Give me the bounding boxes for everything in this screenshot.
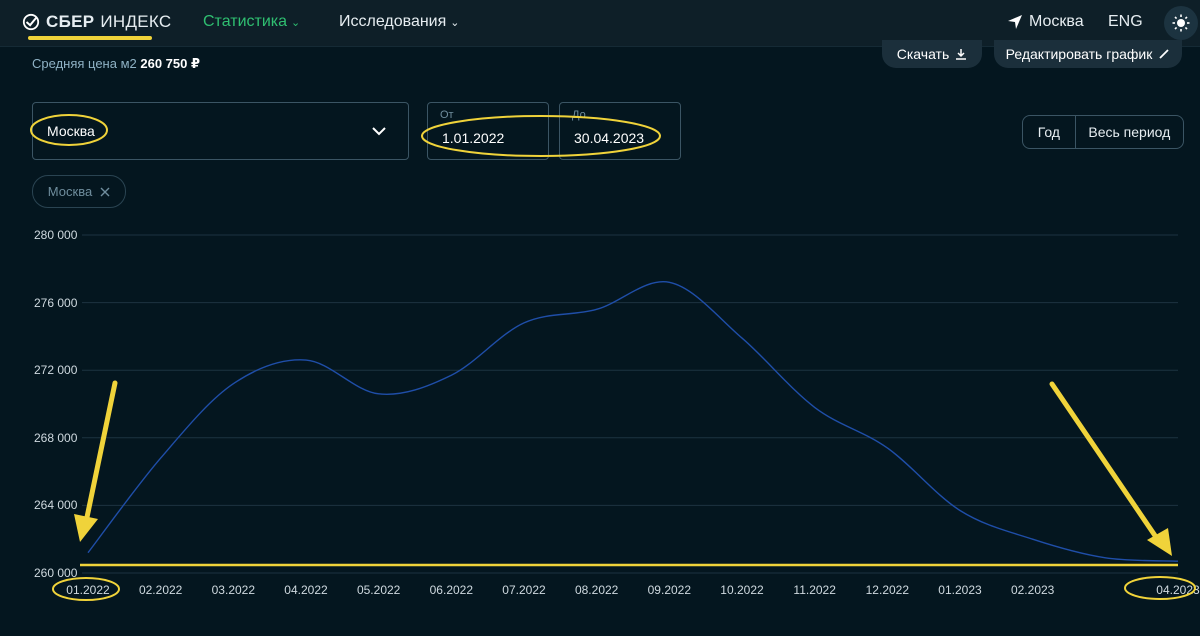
highlight-ellipse-dates (421, 115, 661, 157)
arrow-left-icon (74, 380, 118, 542)
highlight-ellipse-last-month (1124, 576, 1196, 600)
arrow-right-icon (1049, 381, 1172, 556)
highlight-ellipse-region (30, 114, 108, 146)
annotation-overlay (30, 114, 1196, 601)
highlight-ellipse-first-month (52, 577, 120, 601)
